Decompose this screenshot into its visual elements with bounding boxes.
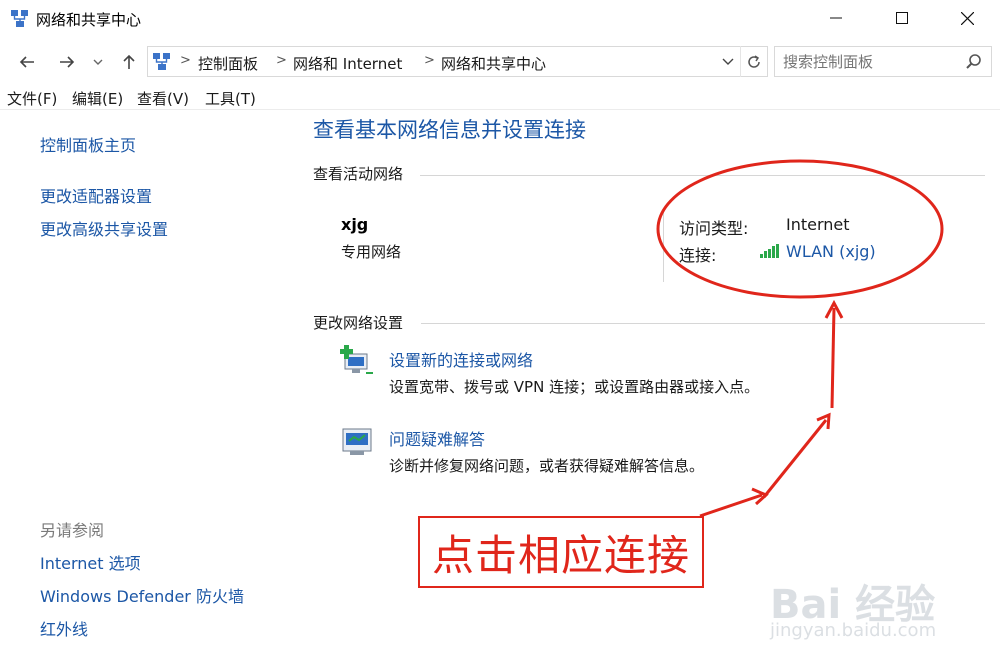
back-arrow-icon bbox=[19, 56, 34, 68]
search-icon[interactable] bbox=[965, 53, 983, 71]
minimize-icon bbox=[830, 17, 842, 19]
forward-arrow-icon bbox=[60, 56, 75, 68]
page-title: 查看基本网络信息并设置连接 bbox=[313, 118, 586, 142]
wifi-signal-icon bbox=[760, 244, 779, 258]
access-type-value: Internet bbox=[786, 215, 850, 234]
see-also-defender-firewall[interactable]: Windows Defender 防火墙 bbox=[40, 583, 244, 607]
new-connection-icon bbox=[340, 345, 373, 374]
change-settings-header: 更改网络设置 bbox=[313, 314, 404, 332]
breadcrumb-separator-icon: > bbox=[180, 53, 191, 68]
search-input[interactable] bbox=[775, 47, 955, 76]
troubleshoot-desc: 诊断并修复网络问题，或者获得疑难解答信息。 bbox=[389, 457, 705, 475]
arrow-head bbox=[824, 299, 844, 319]
breadcrumb-separator-icon: > bbox=[276, 53, 287, 68]
menu-view[interactable]: 查看(V) bbox=[137, 88, 189, 109]
wlan-connection-link[interactable]: WLAN (xjg) bbox=[786, 242, 876, 261]
sidebar-link-home[interactable]: 控制面板主页 bbox=[40, 132, 136, 156]
see-also-internet-options[interactable]: Internet 选项 bbox=[40, 550, 141, 574]
annotation-callout-text: 点击相应连接 bbox=[431, 530, 690, 580]
control-panel-icon bbox=[153, 53, 170, 70]
title-bar: 网络和共享中心 bbox=[0, 0, 1000, 38]
maximize-button[interactable] bbox=[869, 0, 935, 36]
chevron-down-icon bbox=[93, 59, 103, 65]
network-center-icon bbox=[11, 10, 28, 27]
arrow-head bbox=[751, 487, 769, 506]
forward-button[interactable] bbox=[54, 50, 80, 74]
breadcrumb-control-panel[interactable]: 控制面板 bbox=[198, 53, 258, 74]
setup-new-connection-link[interactable]: 设置新的连接或网络 bbox=[389, 347, 533, 371]
menu-file[interactable]: 文件(F) bbox=[7, 88, 57, 109]
network-divider bbox=[663, 210, 664, 282]
breadcrumb-separator-icon: > bbox=[424, 53, 435, 68]
network-profile-type: 专用网络 bbox=[341, 243, 402, 261]
section-divider bbox=[420, 175, 985, 176]
baidu-jingyan-watermark: Bai 经验 jingyan.baidu.com bbox=[770, 572, 990, 652]
up-button[interactable] bbox=[116, 50, 142, 74]
watermark-url: jingyan.baidu.com bbox=[770, 620, 937, 641]
close-button[interactable] bbox=[934, 0, 1000, 36]
access-type-label: 访问类型: bbox=[679, 219, 749, 238]
refresh-icon bbox=[747, 54, 760, 68]
back-button[interactable] bbox=[14, 50, 40, 74]
annotation-callout: 点击相应连接 bbox=[418, 516, 704, 588]
see-also-header: 另请参阅 bbox=[40, 521, 105, 540]
recent-locations-button[interactable] bbox=[88, 50, 108, 74]
maximize-icon bbox=[896, 12, 908, 24]
section-divider bbox=[421, 323, 985, 324]
window-title: 网络和共享中心 bbox=[36, 11, 142, 29]
arrow-line bbox=[762, 419, 828, 498]
menu-edit[interactable]: 编辑(E) bbox=[72, 88, 123, 109]
active-networks-header: 查看活动网络 bbox=[313, 165, 404, 183]
up-arrow-icon bbox=[123, 54, 135, 69]
menu-bar: 文件(F) 编辑(E) 查看(V) 工具(T) bbox=[0, 86, 1000, 110]
address-dropdown-icon[interactable] bbox=[722, 58, 734, 66]
address-bar[interactable]: > 控制面板 > 网络和 Internet > 网络和共享中心 bbox=[147, 46, 768, 77]
arrow-head bbox=[816, 412, 831, 430]
search-box[interactable] bbox=[774, 46, 992, 77]
breadcrumb-network-center[interactable]: 网络和共享中心 bbox=[441, 53, 546, 74]
sidebar-link-sharing-settings[interactable]: 更改高级共享设置 bbox=[40, 216, 168, 240]
setup-new-connection-desc: 设置宽带、拨号或 VPN 连接；或设置路由器或接入点。 bbox=[389, 378, 760, 396]
minimize-button[interactable] bbox=[803, 0, 869, 36]
see-also-infrared[interactable]: 红外线 bbox=[40, 616, 88, 640]
menu-tools[interactable]: 工具(T) bbox=[205, 88, 256, 109]
refresh-button[interactable] bbox=[740, 46, 766, 77]
troubleshoot-icon bbox=[342, 428, 372, 455]
network-name: xjg bbox=[341, 215, 369, 234]
breadcrumb-network-internet[interactable]: 网络和 Internet bbox=[293, 53, 402, 74]
connection-label: 连接: bbox=[679, 246, 717, 265]
troubleshoot-link[interactable]: 问题疑难解答 bbox=[389, 426, 485, 450]
close-icon bbox=[960, 11, 974, 25]
navigation-bar: > 控制面板 > 网络和 Internet > 网络和共享中心 bbox=[0, 42, 1000, 82]
arrow-line bbox=[699, 493, 763, 518]
sidebar-link-adapter-settings[interactable]: 更改适配器设置 bbox=[40, 183, 152, 207]
